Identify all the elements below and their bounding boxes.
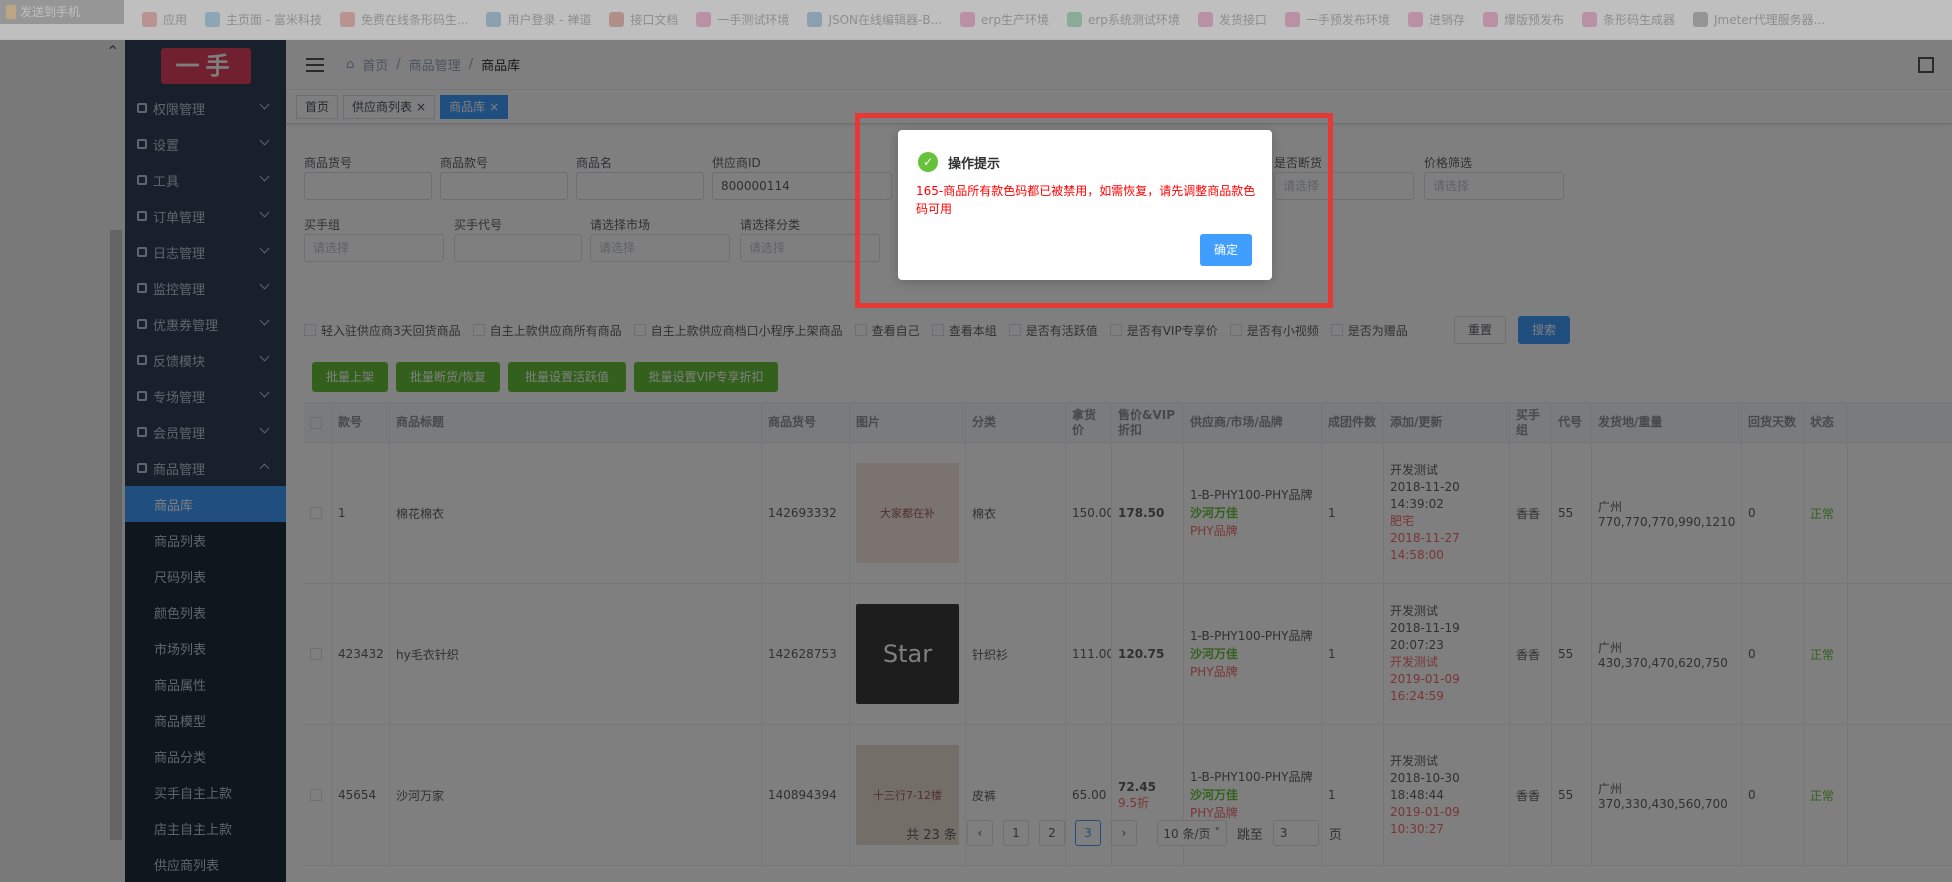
highlight-box — [855, 113, 1333, 308]
